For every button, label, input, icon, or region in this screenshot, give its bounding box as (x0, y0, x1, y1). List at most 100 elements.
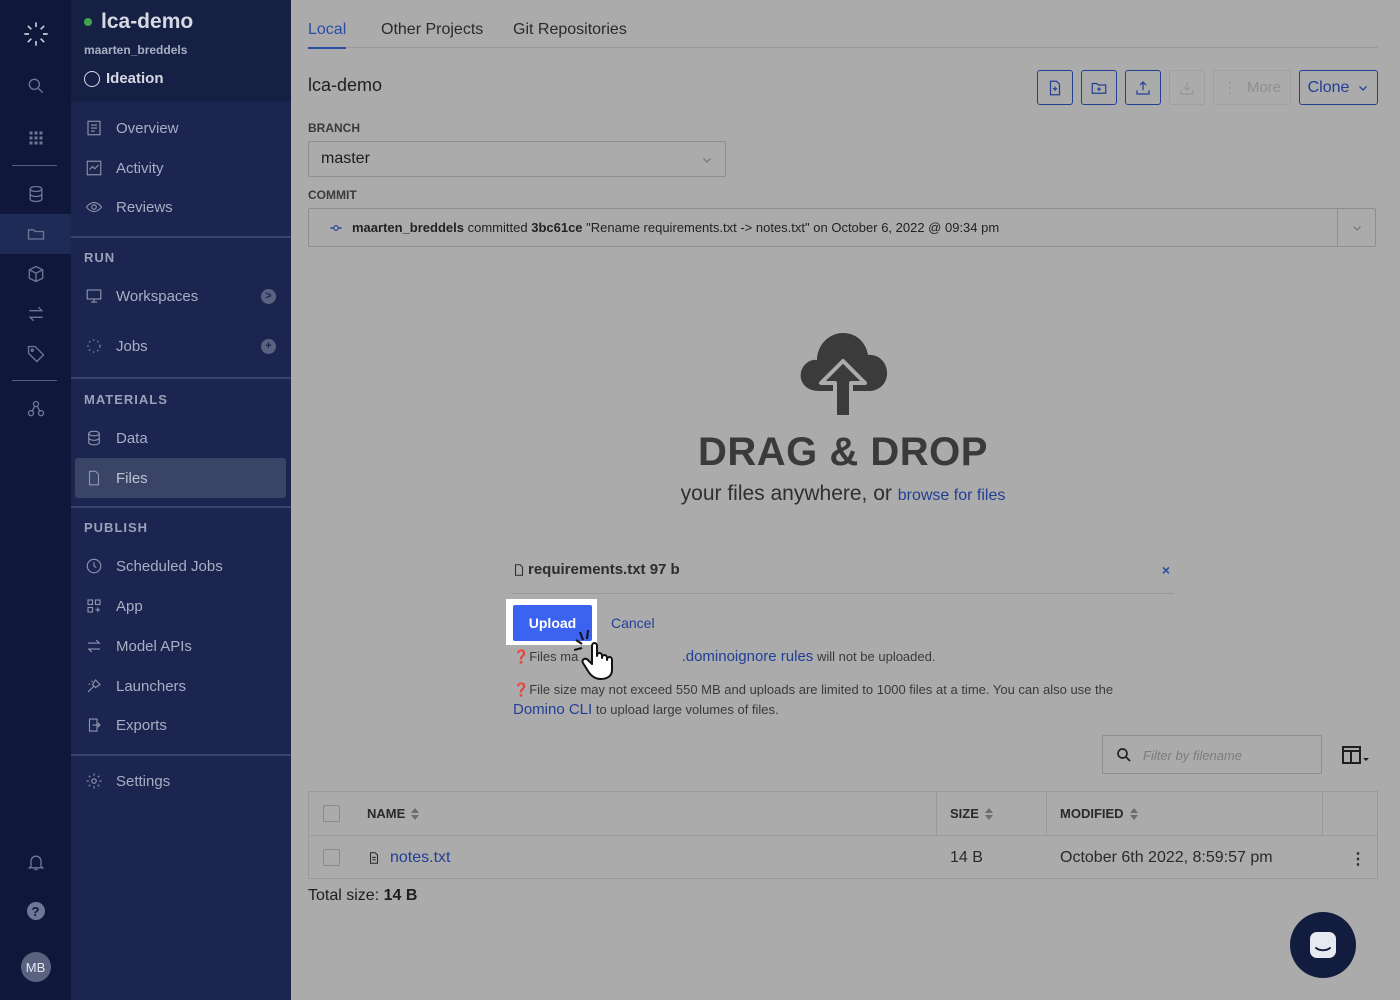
row-actions-icon[interactable]: ⋮ (1350, 849, 1366, 869)
kebab-icon: ⋮ (1222, 79, 1237, 95)
select-all-checkbox[interactable] (323, 805, 340, 822)
download-button[interactable] (1169, 70, 1205, 105)
remove-file-icon[interactable]: × (1162, 562, 1170, 578)
sort-icon (984, 807, 993, 821)
sidebar-item-model-apis[interactable]: Model APIs (75, 626, 286, 666)
filter-input[interactable]: Filter by filename (1102, 735, 1322, 774)
file-name-link[interactable]: notes.txt (390, 849, 450, 867)
chevron-right-icon[interactable]: > (261, 288, 276, 304)
help-icon: ❓ (513, 649, 530, 664)
filter-placeholder: Filter by filename (1143, 748, 1242, 763)
sidebar-item-activity[interactable]: Activity (75, 148, 286, 188)
sidebar-item-label: App (116, 597, 143, 615)
database-icon[interactable] (0, 174, 71, 214)
launcher-icon (85, 677, 103, 695)
sidebar-item-label: Overview (116, 119, 179, 137)
tab-other-projects[interactable]: Other Projects (381, 21, 483, 39)
commit-summary: maarten_breddels committed 3bc61ce "Rena… (352, 220, 999, 235)
sidebar-item-scheduled-jobs[interactable]: Scheduled Jobs (75, 546, 286, 586)
sidebar-item-exports[interactable]: Exports (75, 705, 286, 745)
tab-git-repositories[interactable]: Git Repositories (513, 21, 627, 39)
stage-label: Ideation (106, 70, 164, 87)
new-folder-button[interactable] (1081, 70, 1117, 105)
sidebar-item-label: Activity (116, 159, 164, 177)
project-header: lca-demo maarten_breddels Ideation (71, 0, 291, 102)
search-icon[interactable] (0, 66, 71, 106)
branch-select[interactable]: master (308, 141, 726, 177)
sort-icon (1129, 807, 1138, 821)
tab-local[interactable]: Local (308, 21, 347, 49)
gear-icon (85, 772, 103, 790)
commit-selector[interactable]: maarten_breddels committed 3bc61ce "Rena… (308, 208, 1376, 247)
pending-upload-row: requirements.txt 97 b × (512, 558, 1174, 594)
project-sidebar: lca-demo maarten_breddels Ideation Overv… (71, 0, 291, 1000)
column-picker-icon[interactable] (1342, 745, 1372, 767)
bell-icon[interactable] (0, 842, 71, 882)
database-icon (85, 429, 103, 447)
column-header-label: SIZE (950, 806, 979, 821)
sidebar-item-files[interactable]: Files (75, 458, 286, 498)
cube-icon[interactable] (0, 254, 71, 294)
new-folder-icon (1091, 82, 1107, 94)
avatar[interactable]: MB (0, 947, 71, 987)
cancel-upload-link[interactable]: Cancel (611, 615, 655, 631)
hand-pointer-icon (574, 630, 613, 680)
tab-label: Local (308, 21, 347, 38)
clock-icon (85, 557, 103, 575)
sidebar-item-label: Files (116, 469, 148, 487)
sidebar-item-overview[interactable]: Overview (75, 108, 286, 148)
commit-dropdown-toggle[interactable] (1337, 209, 1375, 246)
section-publish: PUBLISH (84, 520, 149, 535)
chat-launcher-button[interactable] (1290, 912, 1356, 978)
sidebar-item-reviews[interactable]: Reviews (75, 187, 286, 227)
domino-logo-icon[interactable] (0, 14, 71, 54)
file-icon (514, 564, 524, 576)
rail-divider (12, 165, 57, 166)
sidebar-item-label: Reviews (116, 198, 173, 216)
tag-icon[interactable] (0, 334, 71, 374)
column-header-size[interactable]: SIZE (950, 806, 993, 821)
browse-files-link[interactable]: browse for files (898, 487, 1006, 504)
column-header-modified[interactable]: MODIFIED (1060, 806, 1138, 821)
upload-files-button[interactable] (1125, 70, 1161, 105)
sidebar-divider (71, 754, 291, 756)
sidebar-item-data[interactable]: Data (75, 418, 286, 458)
eye-icon (85, 198, 103, 216)
plus-icon[interactable]: + (261, 338, 276, 354)
dominoignore-rules-link[interactable]: .dominoignore rules (682, 648, 814, 665)
transfer-icon[interactable] (0, 294, 71, 334)
column-divider (936, 792, 937, 836)
sidebar-item-label: Launchers (116, 677, 187, 695)
row-checkbox[interactable] (323, 849, 340, 866)
sidebar-item-settings[interactable]: Settings (75, 761, 286, 801)
export-icon (85, 716, 103, 734)
cli-suffix-text: to upload large volumes of files. (595, 702, 779, 717)
total-size-label: Total size: (308, 887, 380, 904)
project-stage[interactable]: Ideation (84, 70, 164, 87)
sidebar-item-launchers[interactable]: Launchers (75, 666, 286, 706)
sidebar-item-jobs[interactable]: Jobs + (75, 326, 286, 366)
more-button[interactable]: ⋮ More (1213, 70, 1291, 105)
sidebar-item-workspaces[interactable]: Workspaces > (75, 276, 286, 316)
spinner-icon (85, 337, 103, 355)
sidebar-item-label: Exports (116, 716, 167, 734)
folder-icon[interactable] (0, 214, 71, 254)
upload-limit-note: ❓File size may not exceed 550 MB and upl… (513, 680, 1153, 720)
sidebar-item-app[interactable]: App (75, 586, 286, 626)
search-icon (1117, 748, 1131, 762)
column-header-name[interactable]: NAME (367, 806, 420, 821)
domino-cli-link[interactable]: Domino CLI (513, 701, 592, 718)
ignore-note-suffix: will not be uploaded. (816, 649, 936, 664)
chevron-down-icon (1359, 85, 1368, 91)
download-icon (1180, 81, 1194, 95)
network-icon[interactable] (0, 389, 71, 429)
sidebar-item-label: Scheduled Jobs (116, 557, 223, 575)
help-icon[interactable]: ? (0, 891, 71, 931)
project-name[interactable]: lca-demo (101, 10, 193, 34)
new-file-button[interactable] (1037, 70, 1073, 105)
sidebar-item-label: Model APIs (116, 637, 192, 655)
stage-icon (84, 70, 100, 87)
grid-icon[interactable] (0, 118, 71, 158)
sidebar-item-label: Jobs (116, 337, 148, 355)
clone-button[interactable]: Clone (1299, 70, 1378, 105)
